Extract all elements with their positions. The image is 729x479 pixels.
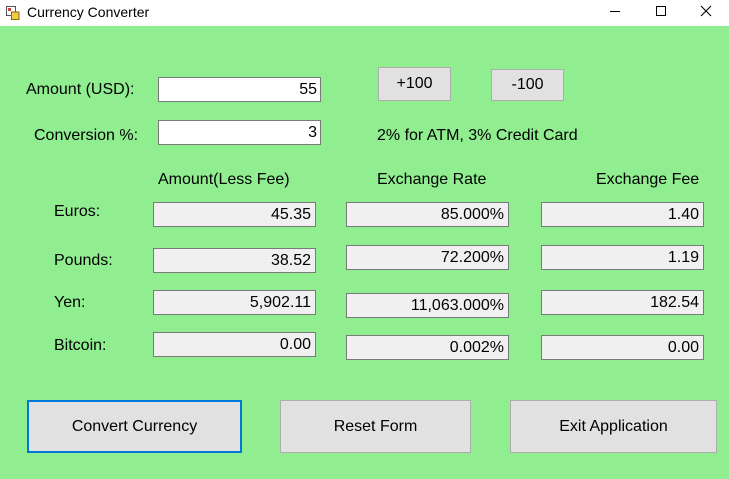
amount-less-fee-header: Amount(Less Fee) (158, 171, 290, 188)
yen-fee-field: 182.54 (541, 290, 704, 315)
close-button[interactable] (683, 0, 729, 26)
euros-fee-field: 1.40 (541, 202, 704, 227)
euros-amount-field: 45.35 (153, 202, 316, 227)
title-bar: Currency Converter (0, 0, 729, 26)
bitcoin-rate-field: 0.002% (346, 335, 509, 360)
maximize-icon (655, 4, 667, 22)
minimize-button[interactable] (592, 0, 638, 26)
exchange-rate-header: Exchange Rate (377, 171, 487, 188)
exchange-fee-header: Exchange Fee (596, 171, 700, 188)
yen-rate-field: 11,063.000% (346, 293, 509, 318)
conversion-label: Conversion %: (34, 127, 139, 144)
maximize-button[interactable] (638, 0, 684, 26)
window-title: Currency Converter (27, 4, 150, 20)
euros-rate-field: 85.000% (346, 202, 509, 227)
fee-hint-text: 2% for ATM, 3% Credit Card (377, 127, 578, 144)
yen-label: Yen: (54, 294, 86, 311)
convert-currency-button[interactable]: Convert Currency (27, 400, 242, 453)
app-icon[interactable] (6, 6, 20, 20)
plus-100-button[interactable]: +100 (378, 67, 451, 101)
bitcoin-label: Bitcoin: (54, 337, 107, 354)
close-icon (700, 4, 712, 22)
bitcoin-fee-field: 0.00 (541, 335, 704, 360)
pounds-label: Pounds: (54, 252, 113, 269)
minus-100-button[interactable]: -100 (491, 69, 564, 101)
amount-label: Amount (USD): (26, 81, 135, 98)
pounds-rate-field: 72.200% (346, 245, 509, 270)
pounds-fee-field: 1.19 (541, 245, 704, 270)
minimize-icon (609, 4, 621, 22)
amount-input[interactable]: 55 (158, 77, 321, 102)
yen-amount-field: 5,902.11 (153, 290, 316, 315)
reset-form-button[interactable]: Reset Form (280, 400, 471, 453)
bitcoin-amount-field: 0.00 (153, 332, 316, 357)
exit-application-button[interactable]: Exit Application (510, 400, 717, 453)
euros-label: Euros: (54, 203, 101, 220)
form-area: Amount (USD): 55 Conversion %: 3 +100 -1… (0, 26, 729, 479)
conversion-input[interactable]: 3 (158, 120, 321, 145)
pounds-amount-field: 38.52 (153, 248, 316, 273)
